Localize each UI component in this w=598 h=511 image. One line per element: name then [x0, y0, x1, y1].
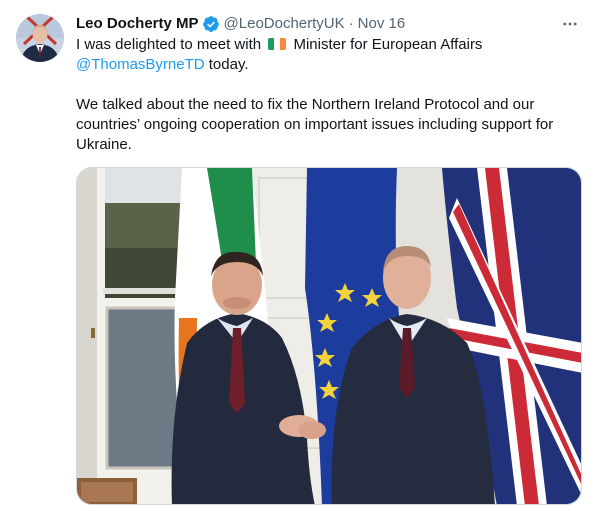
separator-dot: ·: [348, 15, 354, 32]
author-handle[interactable]: @LeoDochertyUK: [224, 14, 345, 34]
ireland-flag-icon: [268, 38, 287, 50]
tweet-header: Leo Docherty MP @LeoDochertyUK · Nov 16: [76, 14, 582, 34]
tweet-photo[interactable]: [76, 167, 582, 505]
text-segment: today.: [204, 56, 249, 73]
tweet-paragraph-1: I was delighted to meet with Minister fo…: [76, 35, 576, 75]
text-segment: Minister for European Affairs: [293, 36, 483, 53]
avatar[interactable]: [16, 14, 64, 62]
more-options-icon[interactable]: [558, 12, 582, 36]
tweet-date[interactable]: Nov 16: [358, 14, 406, 34]
tweet-paragraph-2: We talked about the need to fix the Nort…: [76, 96, 554, 153]
tweet[interactable]: Leo Docherty MP @LeoDochertyUK · Nov 16 …: [0, 0, 598, 511]
verified-badge-icon: [202, 15, 220, 33]
tweet-text: I was delighted to meet with Minister fo…: [76, 35, 576, 155]
text-segment: I was delighted to meet with: [76, 36, 262, 53]
mention-link[interactable]: @ThomasByrneTD: [76, 56, 205, 73]
author-name[interactable]: Leo Docherty MP: [76, 14, 199, 34]
